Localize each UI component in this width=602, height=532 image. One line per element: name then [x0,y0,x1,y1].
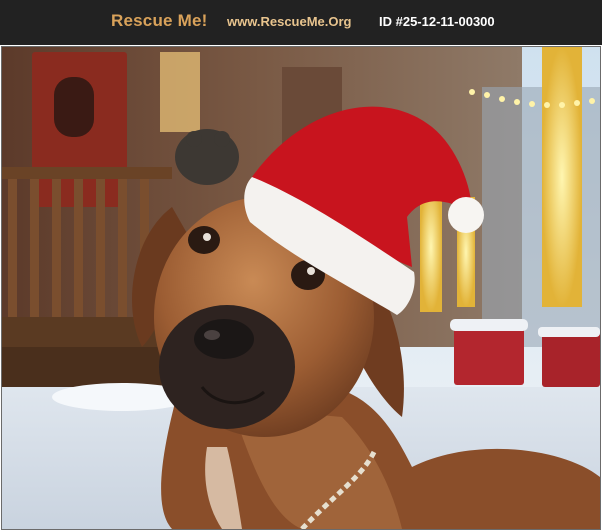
photo-frame [0,45,602,532]
pet-photo[interactable] [1,46,601,530]
site-link[interactable]: www.RescueMe.Org [227,14,352,29]
rescue-me-logo[interactable]: Rescue Me! [111,11,207,31]
pet-id-label: ID #25-12-11-00300 [379,14,495,29]
site-header: Rescue Me! www.RescueMe.Org ID #25-12-11… [0,0,602,45]
